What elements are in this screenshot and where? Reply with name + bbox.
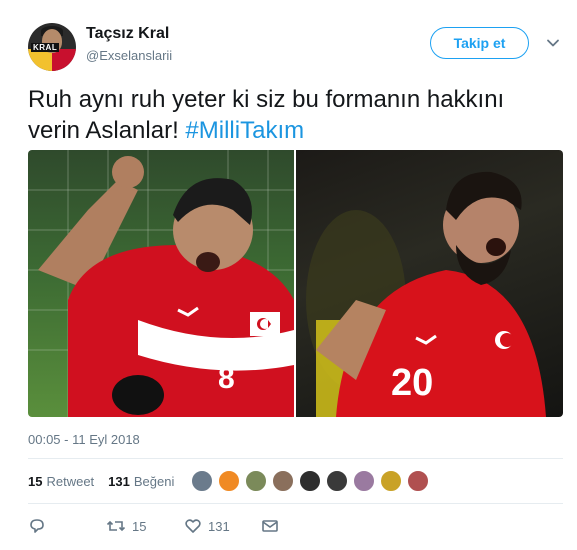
liker-avatar[interactable] <box>245 470 267 492</box>
photo-left[interactable]: 8 <box>28 150 294 417</box>
right-jersey-number: 20 <box>391 362 433 404</box>
hashtag-link[interactable]: #MilliTakım <box>185 117 304 144</box>
like-button[interactable]: 131 <box>184 517 230 535</box>
user-handle[interactable]: @Exselanslarii <box>86 48 172 63</box>
reply-button[interactable] <box>28 517 52 535</box>
liker-avatar[interactable] <box>407 470 429 492</box>
liker-avatar[interactable] <box>326 470 348 492</box>
divider-bottom <box>28 503 563 504</box>
avatar-jersey-red <box>52 49 76 71</box>
reply-icon <box>30 519 44 533</box>
likers-avatars[interactable] <box>191 470 434 492</box>
photo-right[interactable]: 20 <box>296 150 563 417</box>
like-count[interactable]: 131 <box>108 474 130 489</box>
liker-avatar[interactable] <box>353 470 375 492</box>
liker-avatar[interactable] <box>191 470 213 492</box>
retweet-icon <box>106 520 126 532</box>
left-jersey-number: 8 <box>218 362 235 395</box>
tweet-actions: 15 131 <box>28 517 328 537</box>
follow-button[interactable]: Takip et <box>430 27 529 59</box>
retweet-action-count: 15 <box>132 518 147 534</box>
retweet-count[interactable]: 15 <box>28 474 42 489</box>
player-right-illustration: 20 <box>306 171 546 417</box>
liker-avatar[interactable] <box>218 470 240 492</box>
liker-avatar[interactable] <box>380 470 402 492</box>
envelope-icon <box>262 520 278 532</box>
liker-avatar[interactable] <box>272 470 294 492</box>
avatar[interactable]: KRAL <box>28 23 76 71</box>
heart-icon <box>185 519 201 533</box>
retweet-label[interactable]: Retweet <box>46 474 94 489</box>
tweet-timestamp[interactable]: 00:05 - 11 Eyl 2018 <box>28 432 140 447</box>
user-display-name[interactable]: Taçsız Kral <box>86 25 169 43</box>
chevron-down-icon[interactable] <box>546 36 560 50</box>
direct-message-button[interactable] <box>261 517 285 535</box>
player-left-illustration: 8 <box>28 150 294 417</box>
tweet-stats: 15 Retweet 131 Beğeni <box>28 474 174 489</box>
divider-top <box>28 458 563 459</box>
like-action-count: 131 <box>208 518 230 534</box>
retweet-button[interactable]: 15 <box>106 517 146 535</box>
avatar-badge: KRAL <box>31 43 60 52</box>
tweet-media[interactable]: 8 20 <box>28 150 563 417</box>
liker-avatar[interactable] <box>299 470 321 492</box>
like-label[interactable]: Beğeni <box>134 474 174 489</box>
tweet-text: Ruh aynı ruh yeter ki siz bu formanın ha… <box>28 84 553 146</box>
